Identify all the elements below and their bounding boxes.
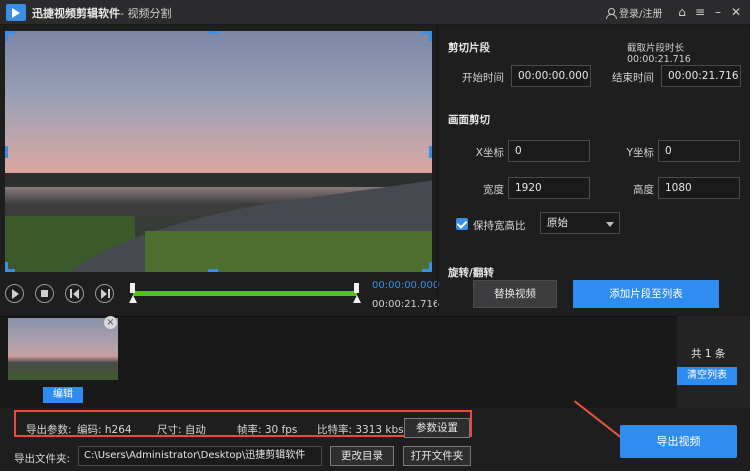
crop-handle-top-left[interactable] [5,31,15,41]
size-value: 尺寸: 自动 [157,424,206,436]
crop-handle-right[interactable] [429,146,432,158]
clip-duration: 截取片段时长 00:00:21.716 [627,40,750,65]
current-time: 00:00:00.000 [372,280,440,291]
clear-list-button[interactable]: 清空列表 [677,367,737,385]
add-to-list-button[interactable]: 添加片段至列表 [573,280,719,308]
clip-duration-label: 截取片段时长 [627,43,685,54]
width-input[interactable]: 1920 [508,177,590,199]
export-video-button[interactable]: 导出视频 [620,425,737,458]
timeline-track[interactable] [133,291,357,296]
x-coordinate-label: X坐标 [475,147,504,159]
next-frame-button[interactable] [95,284,114,303]
crop-handle-bottom-left[interactable] [5,262,15,272]
clip-duration-value: 00:00:21.716 [627,54,691,65]
app-logo-icon [6,4,26,21]
y-coordinate-input[interactable]: 0 [658,140,740,162]
settings-icon[interactable]: ≡ [693,5,707,19]
home-icon[interactable]: ⌂ [675,5,689,19]
login-label: 登录/注册 [619,9,663,20]
total-time: 00:00:21.716 [372,299,440,310]
chevron-down-icon [606,222,614,227]
crop-section-title: 画面剪切 [448,114,490,126]
previous-frame-button[interactable] [65,284,84,303]
timeline-end-handle[interactable] [353,283,361,305]
height-label: 高度 [633,184,654,196]
clip-section-title: 剪切片段 [448,42,490,54]
user-icon [606,8,617,19]
crop-handle-top-right[interactable] [422,31,432,41]
x-coordinate-input[interactable]: 0 [508,140,590,162]
export-folder-label: 导出文件夹: [14,453,71,465]
y-coordinate-label: Y坐标 [626,147,654,159]
clip-count: 共 1 条 [691,348,726,360]
change-directory-button[interactable]: 更改目录 [330,446,394,466]
title-bar: 迅捷视频剪辑软件 - 视频分割 登录/注册 ⌂ ≡ – ✕ [0,0,750,25]
clip-list-summary [677,316,750,408]
remove-clip-icon[interactable]: × [104,316,117,329]
replace-video-button[interactable]: 替换视频 [473,280,557,308]
crop-handle-bottom[interactable] [208,269,218,272]
page-subtitle: - 视频分割 [120,7,172,20]
start-time-input[interactable]: 00:00:00.000 [511,65,591,87]
crop-handle-left[interactable] [5,146,8,158]
export-folder-input[interactable]: C:\Users\Administrator\Desktop\迅捷剪辑软件 [78,446,322,466]
keep-ratio-checkbox[interactable] [456,218,468,230]
video-preview[interactable] [5,31,432,272]
keep-ratio-label: 保持宽高比 [473,220,526,232]
crop-handle-top[interactable] [208,31,218,34]
login-link[interactable]: 登录/注册 [606,5,662,20]
crop-handle-bottom-right[interactable] [422,262,432,272]
end-time-label: 结束时间 [612,72,654,84]
panel-divider [437,25,438,316]
export-params-label: 导出参数: [26,424,72,436]
stop-button[interactable] [35,284,54,303]
width-label: 宽度 [483,184,504,196]
height-input[interactable]: 1080 [658,177,740,199]
rotate-section-title: 旋转/翻转 [448,267,494,279]
clip-thumbnail[interactable] [8,318,118,380]
edit-clip-button[interactable]: 编辑 [43,387,83,403]
codec-value: 编码: h264 [77,424,132,436]
params-settings-button[interactable]: 参数设置 [404,418,470,438]
video-frame-image [5,31,432,272]
timeline-start-handle[interactable] [129,283,137,305]
fps-value: 帧率: 30 fps [237,424,298,436]
open-folder-button[interactable]: 打开文件夹 [403,446,471,466]
end-time-input[interactable]: 00:00:21.716 [661,65,741,87]
minimize-icon[interactable]: – [711,5,725,19]
play-button[interactable] [5,284,24,303]
close-icon[interactable]: ✕ [729,5,743,19]
app-title: 迅捷视频剪辑软件 [32,7,120,20]
bitrate-value: 比特率: 3313 kbs [317,424,404,436]
start-time-label: 开始时间 [462,72,504,84]
